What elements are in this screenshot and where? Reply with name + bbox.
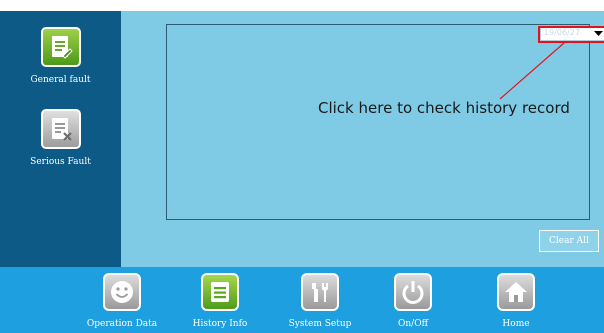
dropdown-arrow-icon[interactable] — [593, 28, 604, 39]
sidebar-item-label: Serious Fault — [30, 157, 91, 167]
nav-label: On/Off — [398, 319, 428, 329]
document-remove-icon — [40, 109, 81, 149]
power-icon — [394, 273, 432, 311]
annotation-text: Click here to check history record — [318, 99, 570, 117]
nav-label: History Info — [192, 319, 248, 329]
clear-all-button[interactable]: Clear All — [539, 230, 599, 252]
history-panel: 19/06/27 Click here to check history rec… — [121, 11, 604, 267]
history-record-list — [166, 24, 590, 220]
fault-sidebar: General fault Serious Fault — [0, 11, 121, 267]
nav-label: Operation Data — [86, 319, 158, 329]
sidebar-item-serious-fault[interactable]: Serious Fault — [0, 109, 121, 167]
nav-history-info[interactable]: History Info — [180, 273, 260, 329]
nav-label: System Setup — [288, 319, 352, 329]
list-icon — [201, 273, 239, 311]
date-value: 19/06/27 — [544, 28, 580, 37]
top-strip — [0, 0, 604, 11]
date-select[interactable]: 19/06/27 — [540, 26, 604, 41]
sidebar-item-label: General fault — [30, 75, 91, 85]
home-icon — [497, 273, 535, 311]
nav-home[interactable]: Home — [481, 273, 551, 329]
smiley-icon — [103, 273, 141, 311]
nav-operation-data[interactable]: Operation Data — [78, 273, 166, 329]
tools-icon — [301, 273, 339, 311]
document-edit-icon — [40, 27, 81, 67]
bottom-navigation: Operation Data History Info System Setup — [0, 267, 604, 333]
nav-label: Home — [502, 319, 530, 329]
sidebar-item-general-fault[interactable]: General fault — [0, 27, 121, 85]
nav-on-off[interactable]: On/Off — [378, 273, 448, 329]
nav-system-setup[interactable]: System Setup — [280, 273, 360, 329]
